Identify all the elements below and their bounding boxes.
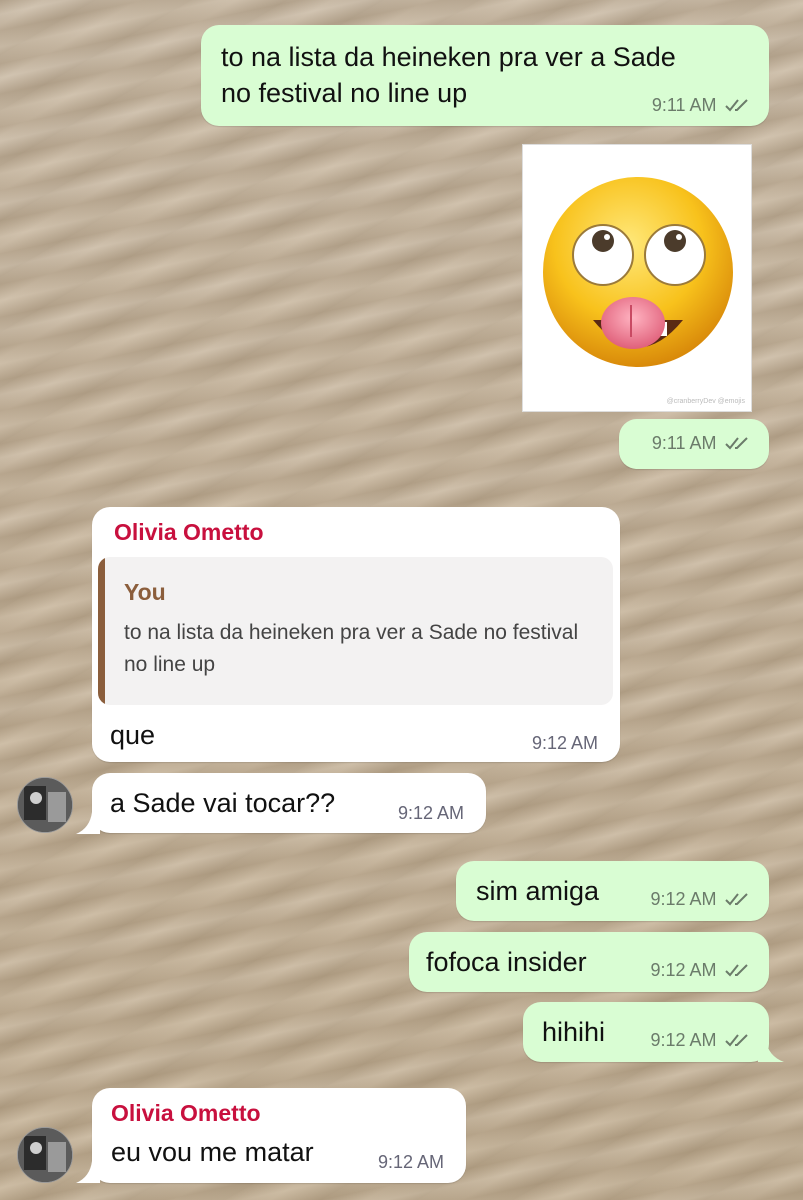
double-check-icon bbox=[725, 99, 748, 112]
message-meta: 9:12 AM bbox=[651, 889, 752, 910]
double-check-icon bbox=[725, 964, 748, 977]
message-text: eu vou me matar bbox=[111, 1137, 314, 1167]
message-time: 9:12 AM bbox=[377, 1152, 444, 1172]
message-bubble-outgoing[interactable]: sim amiga 9:12 AM bbox=[456, 861, 769, 921]
message-text: hihihi bbox=[542, 1017, 606, 1047]
message-time: 9:12 AM bbox=[650, 889, 717, 909]
message-time: 9:12 AM bbox=[531, 733, 598, 753]
double-check-icon bbox=[725, 437, 748, 450]
double-check-icon bbox=[725, 1034, 748, 1047]
message-time: 9:11 AM bbox=[651, 95, 717, 115]
message-meta: 9:11 AM bbox=[652, 433, 751, 454]
bubble-tail bbox=[758, 1040, 784, 1062]
image-watermark: @cranberryDev @emojis bbox=[667, 398, 746, 405]
image-message[interactable]: @cranberryDev @emojis bbox=[522, 144, 752, 412]
message-meta: 9:12 AM bbox=[651, 1030, 752, 1051]
bubble-tail bbox=[76, 812, 100, 834]
message-time: 9:12 AM bbox=[650, 1030, 717, 1050]
bubble-tail bbox=[76, 1161, 100, 1183]
message-bubble-outgoing[interactable]: to na lista da heineken pra ver a Sade n… bbox=[201, 25, 769, 126]
quote-bar bbox=[98, 557, 105, 705]
sender-name: Olivia Ometto bbox=[111, 1100, 261, 1126]
message-meta: 9:12 AM bbox=[651, 960, 752, 981]
message-text: fofoca insider bbox=[426, 947, 587, 977]
message-text: que bbox=[110, 720, 156, 750]
message-bubble-outgoing[interactable]: 9:11 AM bbox=[619, 419, 769, 469]
double-check-icon bbox=[725, 893, 748, 906]
message-bubble-incoming[interactable]: Olivia Ometto You to na lista da heineke… bbox=[92, 507, 620, 762]
contact-avatar[interactable] bbox=[17, 1127, 73, 1183]
message-bubble-incoming[interactable]: a Sade vai tocar?? 9:12 AM bbox=[92, 773, 486, 833]
message-bubble-outgoing[interactable]: fofoca insider 9:12 AM bbox=[409, 932, 769, 992]
message-text: a Sade vai tocar?? bbox=[110, 788, 336, 818]
sender-name: Olivia Ometto bbox=[114, 519, 264, 545]
quote-text: to na lista da heineken pra ver a Sade n… bbox=[124, 621, 579, 676]
message-time: 9:12 AM bbox=[650, 960, 717, 980]
message-text: sim amiga bbox=[476, 876, 600, 906]
avatar-photo bbox=[18, 1128, 72, 1182]
message-time: 9:11 AM bbox=[651, 433, 717, 453]
message-bubble-incoming[interactable]: Olivia Ometto eu vou me matar 9:12 AM bbox=[92, 1088, 466, 1183]
quoted-message[interactable]: You to na lista da heineken pra ver a Sa… bbox=[98, 557, 613, 705]
message-meta: 9:11 AM bbox=[652, 95, 751, 116]
message-time: 9:12 AM bbox=[397, 803, 464, 823]
flushed-face-emoji-image: @cranberryDev @emojis bbox=[543, 177, 746, 405]
quote-author: You bbox=[124, 579, 166, 605]
contact-avatar[interactable] bbox=[17, 777, 73, 833]
message-bubble-outgoing[interactable]: hihihi 9:12 AM bbox=[523, 1002, 769, 1062]
avatar-photo bbox=[18, 778, 72, 832]
